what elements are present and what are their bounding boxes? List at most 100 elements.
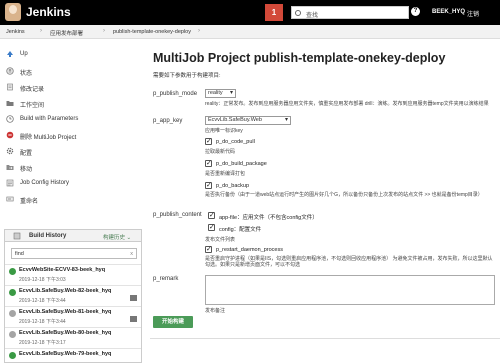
sidebar-item-label: 删除 MultiJob Project: [20, 135, 77, 141]
sidebar-item-configure[interactable]: 配置: [6, 146, 141, 158]
publish-mode-select[interactable]: reality: [205, 89, 236, 98]
breadcrumb-jenkins[interactable]: Jenkins: [6, 29, 25, 35]
param-label-app-key: p_app_key: [153, 118, 183, 124]
build-name[interactable]: EcvvWebSite-ECVV-83-beek_hyq: [19, 267, 105, 273]
jenkins-logo-icon[interactable]: [5, 3, 21, 21]
backup-checkbox[interactable]: [205, 181, 212, 189]
aborted-status-icon: [9, 331, 16, 338]
sidebar-item-label: Up: [20, 51, 28, 57]
top-header: Jenkins 1 查找 ? BEEK_HYQ 注销: [0, 0, 500, 25]
clear-filter-icon[interactable]: x: [130, 251, 133, 257]
code-pull-label: p_do_code_pull: [216, 139, 255, 145]
build-row[interactable]: EcvvLib.SafeBuy.Web-79-beek_hyq: [5, 348, 141, 363]
user-link[interactable]: BEEK_HYQ: [432, 9, 465, 15]
build-history-title: Build History: [29, 233, 67, 239]
sidebar-item-label: Job Config History: [20, 180, 70, 186]
build-history-panel: Build History 构建历史 ⌄ find x EcvvWebSite-…: [4, 229, 142, 363]
backup-description: 是否执行备份（由于一道web站点运行时产生的图片好几个G，所以备份只备份上次发布…: [205, 192, 483, 198]
param-label-remark: p_remark: [153, 276, 179, 282]
app-file-checkbox[interactable]: [208, 211, 215, 219]
build-time: 2019-12-18 下午3:44: [19, 319, 66, 325]
sidebar-item-label: 修改记录: [20, 87, 45, 93]
build-row[interactable]: EcvvLib.SafeBuy.Web-82-beek_hyq 2019-12-…: [5, 285, 141, 305]
sidebar-item-changes[interactable]: 修改记录: [6, 82, 141, 94]
build-time: 2019-12-18 下午3:03: [19, 277, 66, 283]
breadcrumb-job[interactable]: publish-template-onekey-deploy: [113, 29, 191, 35]
success-status-icon: [9, 268, 16, 275]
app-key-description: 应用唯一标识key: [205, 128, 243, 134]
build-time: 2019-12-18 下午3:44: [19, 298, 66, 304]
build-history-icon: [13, 232, 21, 240]
folder-icon: [6, 101, 14, 106]
sidebar-item-build-with-parameters[interactable]: Build with Parameters: [6, 114, 141, 126]
console-output-icon[interactable]: [130, 295, 137, 301]
sidebar-item-label: 工作空间: [20, 103, 45, 109]
param-label-publish-content: p_publish_content: [153, 212, 202, 218]
sidebar-item-label: 重命名: [20, 199, 39, 205]
config-checkbox[interactable]: [208, 223, 215, 231]
build-name[interactable]: EcvvLib.SafeBuy.Web-81-beek_hyq: [19, 309, 111, 315]
sidebar-item-move[interactable]: 移动: [6, 162, 141, 174]
breadcrumb-separator: ›: [198, 28, 200, 34]
build-time: 2019-12-18 下午3:17: [19, 340, 66, 346]
sidebar-item-workspace[interactable]: 工作空间: [6, 98, 141, 110]
build-package-description: 是否重新编译打包: [205, 171, 246, 177]
logout-link[interactable]: 注销: [467, 9, 479, 18]
delete-icon: [6, 131, 14, 139]
search-placeholder: 查找: [306, 13, 319, 19]
search-icon: [295, 10, 301, 16]
sidebar-item-label: 配置: [20, 151, 33, 157]
breadcrumb: Jenkins › 应用发布部署 › publish-template-onek…: [0, 25, 500, 39]
build-history-header: Build History 构建历史 ⌄: [5, 230, 141, 242]
status-icon: [6, 67, 14, 75]
rename-icon: [6, 196, 14, 202]
move-icon: [6, 165, 14, 170]
sidebar-item-job-config-history[interactable]: Job Config History: [6, 178, 141, 190]
parameters-intro: 需要如下参数用于构建项目:: [153, 73, 221, 79]
remark-textarea[interactable]: [205, 275, 495, 305]
build-row[interactable]: EcvvLib.SafeBuy.Web-80-beek_hyq 2019-12-…: [5, 327, 141, 347]
changes-icon: [7, 83, 13, 91]
restart-daemon-checkbox[interactable]: [205, 245, 212, 253]
help-icon[interactable]: ?: [411, 7, 420, 16]
build-package-checkbox[interactable]: [205, 159, 212, 167]
aborted-status-icon: [9, 310, 16, 317]
build-clock-icon: [6, 115, 14, 123]
app-file-label: app-file：应用文件（不包含config文件）: [219, 215, 318, 221]
build-name[interactable]: EcvvLib.SafeBuy.Web-82-beek_hyq: [19, 288, 111, 294]
remark-description: 发布备注: [205, 308, 226, 314]
build-filter-value: find: [15, 251, 24, 257]
brand-title[interactable]: Jenkins: [26, 5, 71, 19]
param-label-publish-mode: p_publish_mode: [153, 91, 198, 97]
sidebar-item-status[interactable]: 状态: [6, 66, 141, 78]
build-row[interactable]: EcvvLib.SafeBuy.Web-81-beek_hyq 2019-12-…: [5, 306, 141, 326]
build-name[interactable]: EcvvLib.SafeBuy.Web-79-beek_hyq: [19, 351, 111, 357]
code-pull-checkbox[interactable]: [205, 137, 212, 145]
restart-daemon-description: 是否重启守护进程（如果是IIS，勾选则重启应用程序池，不勾选则回收应用程序池） …: [205, 256, 493, 268]
up-arrow-icon: [7, 51, 13, 57]
publish-mode-description: reality：正常发布。发布到应用服务器应用文件夹，慎重实应用发布部署 dri…: [205, 101, 489, 107]
start-build-button[interactable]: 开始构建: [153, 316, 193, 328]
notification-badge[interactable]: 1: [265, 4, 283, 21]
sidebar-item-up[interactable]: Up: [6, 49, 141, 61]
build-row[interactable]: EcvvWebSite-ECVV-83-beek_hyq 2019-12-18 …: [5, 264, 141, 284]
build-filter-input[interactable]: find x: [11, 248, 137, 259]
breadcrumb-deploy-folder[interactable]: 应用发布部署: [50, 29, 83, 37]
config-label: config：配置文件: [219, 227, 262, 233]
sidebar-item-label: 移动: [20, 167, 33, 173]
build-package-label: p_do_build_package: [216, 161, 267, 167]
success-status-icon: [9, 289, 16, 296]
app-key-select[interactable]: EcvvLib.SafeBuy.Web: [205, 116, 291, 125]
sidebar-item-label: Build with Parameters: [20, 116, 79, 122]
build-name[interactable]: EcvvLib.SafeBuy.Web-80-beek_hyq: [19, 330, 111, 336]
sidebar-item-label: 状态: [20, 71, 33, 77]
console-output-icon[interactable]: [130, 316, 137, 322]
breadcrumb-separator: ›: [40, 28, 42, 34]
build-trend-link[interactable]: 构建历史 ⌄: [103, 233, 131, 241]
breadcrumb-separator: ›: [103, 28, 105, 34]
history-icon: [6, 179, 14, 187]
gear-icon: [6, 147, 14, 155]
search-input[interactable]: 查找: [291, 6, 409, 19]
sidebar-item-rename[interactable]: 重命名: [6, 194, 141, 206]
sidebar-item-delete[interactable]: 删除 MultiJob Project: [6, 130, 141, 142]
